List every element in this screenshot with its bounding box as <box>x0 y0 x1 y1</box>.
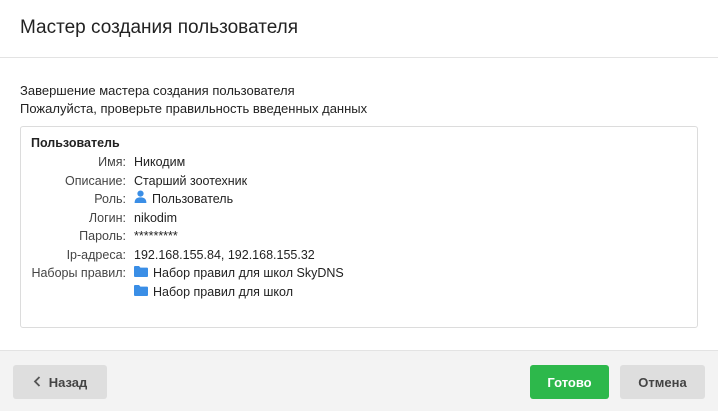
cancel-button[interactable]: Отмена <box>620 365 705 399</box>
user-icon <box>134 190 147 209</box>
intro-text: Завершение мастера создания пользователя… <box>20 82 367 118</box>
ruleset-item: Набор правил для школ <box>134 283 344 302</box>
summary-panel: Пользователь Имя: Никодим Описание: Стар… <box>20 126 698 328</box>
label-login: Логин: <box>88 210 126 225</box>
folder-icon <box>134 283 148 302</box>
dialog-header: Мастер создания пользователя <box>0 0 718 58</box>
row-login: Логин: nikodim <box>21 209 697 228</box>
label-password: Пароль: <box>79 229 126 243</box>
row-rulesets: Наборы правил: Набор правил для школ Sky… <box>21 264 697 301</box>
row-ip: Ip-адреса: 192.168.155.84, 192.168.155.3… <box>21 246 697 265</box>
label-name: Имя: <box>98 155 126 169</box>
value-login: nikodim <box>134 210 178 225</box>
row-name: Имя: Никодим <box>21 153 697 172</box>
row-password: Пароль: ********* <box>21 227 697 246</box>
ruleset-label: Набор правил для школ SkyDNS <box>153 266 344 280</box>
value-password: ********* <box>134 229 178 243</box>
ruleset-item: Набор правил для школ SkyDNS <box>134 264 344 283</box>
folder-icon <box>134 264 148 283</box>
value-ip: 192.168.155.84, 192.168.155.32 <box>134 247 315 262</box>
value-name: Никодим <box>134 155 186 169</box>
value-rulesets: Набор правил для школ SkyDNS Набор прави… <box>126 264 344 301</box>
role-line: Пользователь <box>134 190 233 209</box>
intro-line-1: Завершение мастера создания пользователя <box>20 83 295 98</box>
chevron-left-icon <box>33 374 41 391</box>
dialog-footer: Назад Готово Отмена <box>0 350 718 411</box>
label-role: Роль: <box>94 192 126 206</box>
label-description: Описание: <box>65 173 126 188</box>
ruleset-label: Набор правил для школ <box>153 284 294 299</box>
label-rulesets: Наборы правил: <box>31 266 126 280</box>
summary-rows: Имя: Никодим Описание: Старший зоотехник… <box>21 153 697 301</box>
label-ip: Ip-адреса: <box>66 247 126 262</box>
done-button[interactable]: Готово <box>530 365 609 399</box>
value-role-wrap: Пользователь <box>126 190 233 209</box>
value-role: Пользователь <box>152 192 234 206</box>
dialog-title: Мастер создания пользователя <box>20 17 299 38</box>
cancel-button-label: Отмена <box>638 374 687 390</box>
back-button[interactable]: Назад <box>13 365 107 399</box>
done-button-label: Готово <box>547 374 592 390</box>
row-description: Описание: Старший зоотехник <box>21 172 697 191</box>
value-description: Старший зоотехник <box>134 173 248 188</box>
intro-line-2: Пожалуйста, проверьте правильность введе… <box>20 101 368 116</box>
back-button-label: Назад <box>48 374 88 390</box>
row-role: Роль: Пользователь <box>21 190 697 209</box>
section-title-user: Пользователь <box>31 136 120 150</box>
